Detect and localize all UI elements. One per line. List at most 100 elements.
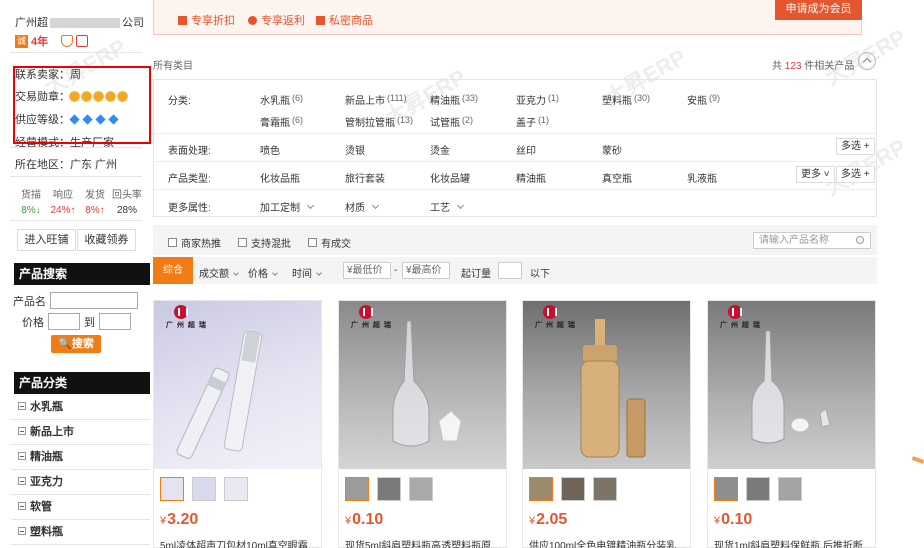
category-filter-option[interactable]: 安瓶 (9) [687,92,720,107]
checkbox-icon[interactable] [238,238,247,247]
category-filter-option[interactable]: 膏霜瓶 (6) [260,114,303,129]
type-filter-option[interactable]: 乳液瓶 [687,170,717,185]
thumbnail[interactable] [746,477,770,501]
stat-label: 回头率 [112,190,142,201]
product-card[interactable]: 广 州 超 瑞 ¥0.10 现货1ml斜肩塑料保鲜瓶 后推折断瓶... [707,300,876,548]
category-filter-option[interactable]: 新品上市 (111) [345,92,407,107]
product-image[interactable]: 广 州 超 瑞 [523,301,690,469]
custom-processing-select[interactable]: 加工定制 [260,199,313,214]
all-categories-link[interactable]: 所有类目 [153,57,193,72]
type-filter-option[interactable]: 旅行套装 [345,170,385,185]
moq-input[interactable] [498,262,522,279]
product-title[interactable]: 现货1ml斜肩塑料保鲜瓶 后推折断瓶... [714,537,874,548]
multi-select-button[interactable]: 多选 + [836,138,875,155]
thumbnail[interactable] [529,477,553,501]
has-deal-checkbox[interactable]: 有成交 [308,235,351,250]
category-filter-label: 分类: [168,96,191,107]
category-filter-option[interactable]: 试管瓶 (2) [430,114,473,129]
product-title[interactable]: 5ml凌体超声刀包材10ml真空眼霜针... [160,537,320,548]
thumbnail[interactable] [224,477,248,501]
thumbnail[interactable] [561,477,585,501]
stat-label: 货描 [21,190,41,201]
expand-icon[interactable] [18,502,26,510]
location-row: 所在地区： 广东 广州 [15,156,117,172]
product-name-search-input[interactable]: 请输入产品名称 [753,232,871,249]
min-price-filter-input[interactable]: ¥最低价 [343,262,391,279]
more-button[interactable]: 更多 ˅ [796,166,835,183]
product-image[interactable]: 广 州 超 瑞 [154,301,321,469]
collapse-filters-icon[interactable] [858,52,876,70]
category-filter-option[interactable]: 管制拉管瓶 (13) [345,114,413,129]
type-filter-option[interactable]: 化妆品罐 [430,170,470,185]
surface-filter-option[interactable]: 烫银 [345,142,365,157]
moq-label: 起订量 [461,269,491,280]
years-value: 4年 [31,36,49,48]
category-filter-option[interactable]: 精油瓶 (33) [430,92,478,107]
category-item[interactable]: 亚克力 [11,470,150,495]
product-card[interactable]: 广 州 超 瑞 ¥2.05 供应100ml全色电镀精油瓶分装乳液... [522,300,691,548]
product-image[interactable]: 广 州 超 瑞 [708,301,875,469]
product-name-input[interactable] [50,292,138,309]
product-card[interactable]: 广 州 超 瑞 ¥3.20 5ml凌体超声刀包材10ml真空眼霜针... [153,300,322,548]
sort-comprehensive[interactable]: 综合 [153,257,193,284]
checkbox-icon[interactable] [308,238,317,247]
category-item[interactable]: 水乳瓶 [11,395,150,420]
apply-member-button[interactable]: 申请成为会员 [775,0,862,20]
thumbnail[interactable] [377,477,401,501]
thumbnail[interactable] [409,477,433,501]
thumbnail[interactable] [714,477,738,501]
sort-time[interactable]: 时间 [292,265,322,280]
shield-icon[interactable] [61,35,74,47]
category-item[interactable]: 塑料瓶 [11,520,150,545]
product-search-button[interactable]: 🔍搜索 [51,335,101,353]
craft-select[interactable]: 工艺 [430,199,463,214]
product-category-heading: 产品分类 [11,372,150,394]
product-title[interactable]: 现货5ml斜肩塑料瓶高透塑料瓶原液精... [345,537,505,548]
category-filter-option[interactable]: 盖子 (1) [516,114,549,129]
category-item[interactable]: 新品上市 [11,420,150,445]
thumbnail[interactable] [192,477,216,501]
surface-filter-option[interactable]: 烫金 [430,142,450,157]
thumbnail[interactable] [160,477,184,501]
surface-filter-option[interactable]: 喷色 [260,142,280,157]
expand-icon[interactable] [18,527,26,535]
enter-shop-button[interactable]: 进入旺铺 [17,229,76,251]
min-price-input[interactable] [48,313,80,330]
certificate-icon[interactable] [76,35,89,47]
thumbnail[interactable] [345,477,369,501]
product-price: ¥0.10 [345,511,384,528]
hot-recommend-checkbox[interactable]: 商家热推 [168,235,221,250]
sort-price[interactable]: 价格 [248,265,278,280]
multi-select-button[interactable]: 多选 + [836,166,875,183]
company-name[interactable]: 广州超 公司 [15,14,144,30]
category-filter-option[interactable]: 水乳瓶 (6) [260,92,303,107]
max-price-filter-input[interactable]: ¥最高价 [402,262,450,279]
max-price-input[interactable] [99,313,131,330]
mixed-batch-checkbox[interactable]: 支持混批 [238,235,291,250]
expand-icon[interactable] [18,452,26,460]
material-select[interactable]: 材质 [345,199,378,214]
type-filter-option[interactable]: 真空瓶 [602,170,632,185]
surface-filter-option[interactable]: 蒙砂 [602,142,622,157]
expand-icon[interactable] [18,477,26,485]
surface-filter-option[interactable]: 丝印 [516,142,536,157]
category-filter-option[interactable]: 塑料瓶 (30) [602,92,650,107]
thumbnail[interactable] [593,477,617,501]
type-filter-option[interactable]: 化妆品瓶 [260,170,300,185]
category-item[interactable]: 软管 [11,495,150,520]
product-title[interactable]: 供应100ml全色电镀精油瓶分装乳液... [529,537,689,548]
thumbnail[interactable] [778,477,802,501]
banner-item: 专享返利 [248,12,305,28]
product-card[interactable]: 广 州 超 瑞 ¥0.10 现货5ml斜肩塑料瓶高透塑料瓶原液精... [338,300,507,548]
category-filter-option[interactable]: 亚克力 (1) [516,92,559,107]
type-filter-label: 产品类型: [168,174,211,185]
type-filter-option[interactable]: 精油瓶 [516,170,546,185]
sort-deal-amount[interactable]: 成交额 [199,265,239,280]
scroll-indicator[interactable] [911,456,924,464]
collect-coupon-button[interactable]: 收藏领券 [77,229,136,251]
expand-icon[interactable] [18,402,26,410]
expand-icon[interactable] [18,427,26,435]
product-image[interactable]: 广 州 超 瑞 [339,301,506,469]
category-item[interactable]: 精油瓶 [11,445,150,470]
checkbox-icon[interactable] [168,238,177,247]
